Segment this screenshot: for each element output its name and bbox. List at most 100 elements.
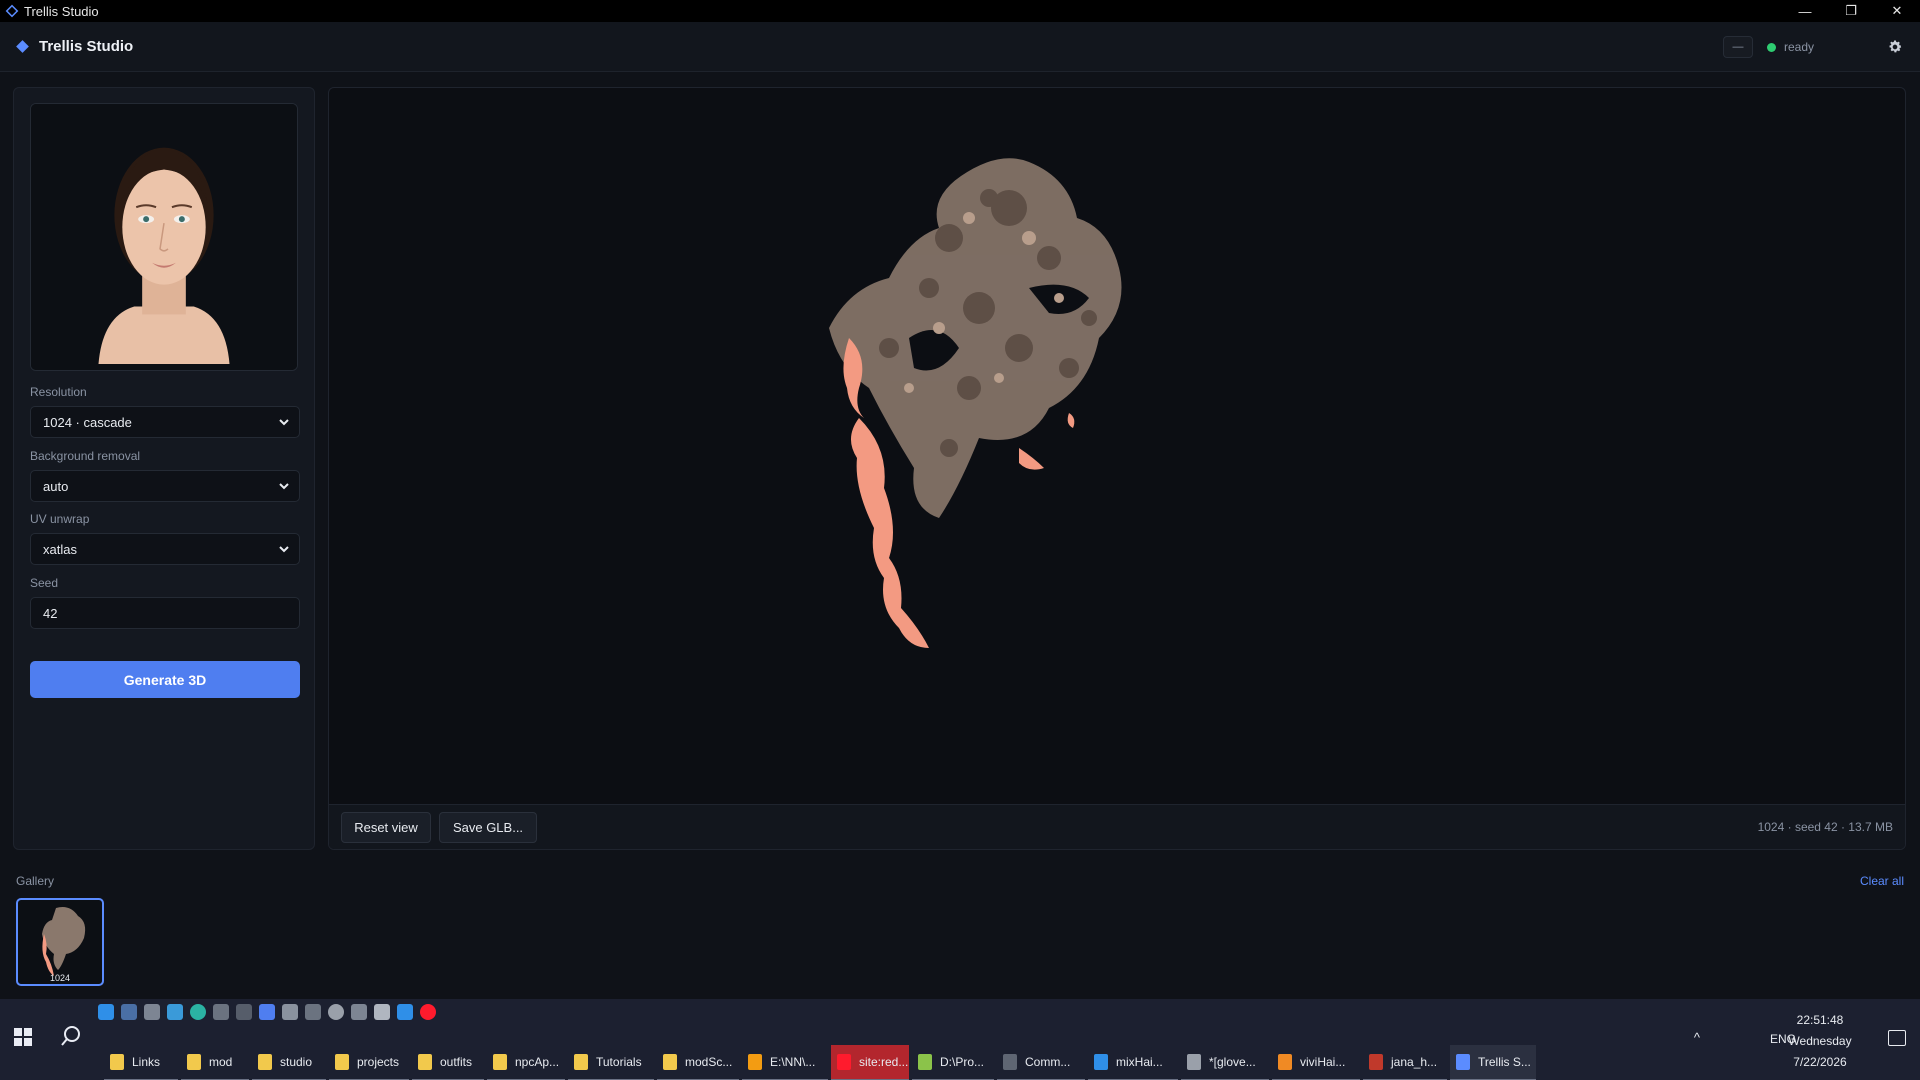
taskbar-item-label: site:red... xyxy=(859,1055,909,1069)
app-icon xyxy=(1187,1054,1201,1070)
chevron-up-icon[interactable]: ^ xyxy=(1694,1030,1700,1045)
opera-icon[interactable] xyxy=(420,1004,436,1020)
magnifier-icon[interactable] xyxy=(305,1004,321,1020)
chevron-down-icon xyxy=(279,483,289,490)
mail-icon[interactable] xyxy=(98,1004,114,1020)
folder-icon xyxy=(418,1054,432,1070)
windows-start-icon[interactable] xyxy=(14,1028,32,1046)
minimize-button[interactable]: — xyxy=(1782,0,1828,22)
taskbar-item[interactable]: Comm... xyxy=(997,1045,1085,1080)
disc-icon[interactable] xyxy=(328,1004,344,1020)
collapse-button[interactable]: — xyxy=(1723,36,1753,58)
thumbnail-image xyxy=(42,907,86,976)
model-info: 1024 · seed 42 · 13.7 MB xyxy=(1757,820,1893,834)
gear-icon[interactable] xyxy=(282,1004,298,1020)
seed-label: Seed xyxy=(30,576,59,590)
input-image-preview[interactable] xyxy=(30,103,298,371)
taskbar-item-label: Comm... xyxy=(1025,1055,1071,1069)
portrait-image xyxy=(31,104,297,370)
quick-launch-icons xyxy=(98,1004,436,1020)
brand-icon xyxy=(16,40,29,53)
3d-model-render xyxy=(829,158,1122,648)
reset-view-button[interactable]: Reset view xyxy=(341,812,431,843)
taskbar-item[interactable]: npcAp... xyxy=(487,1045,565,1080)
app-icon[interactable] xyxy=(236,1004,252,1020)
close-button[interactable]: ✕ xyxy=(1874,0,1920,22)
3d-viewport[interactable]: Reset view Save GLB... 1024 · seed 42 · … xyxy=(328,87,1906,850)
folder-icon xyxy=(187,1054,201,1070)
notification-icon[interactable] xyxy=(1888,1030,1906,1046)
folder-icon xyxy=(663,1054,677,1070)
monitor-icon[interactable] xyxy=(167,1004,183,1020)
seed-input[interactable]: 42 xyxy=(30,597,300,629)
edge-icon[interactable] xyxy=(190,1004,206,1020)
resolution-select[interactable]: 1024 · cascade xyxy=(30,406,300,438)
search-icon[interactable] xyxy=(60,1025,82,1047)
app-icon xyxy=(1369,1054,1383,1070)
chevron-down-icon xyxy=(279,546,289,553)
download-icon[interactable] xyxy=(397,1004,413,1020)
app-icon[interactable] xyxy=(351,1004,367,1020)
taskbar-item[interactable]: studio xyxy=(252,1045,326,1080)
taskbar-item[interactable]: Links xyxy=(104,1045,178,1080)
app-icon[interactable] xyxy=(259,1004,275,1020)
taskbar-clock[interactable]: 22:51:48 Wednesday 7/22/2026 xyxy=(1770,1010,1870,1073)
clear-all-link[interactable]: Clear all xyxy=(1860,874,1904,888)
folder-icon xyxy=(258,1054,272,1070)
taskbar-item[interactable]: site:red... xyxy=(831,1045,909,1080)
restore-button[interactable]: ❐ xyxy=(1828,0,1874,22)
uv-unwrap-value: xatlas xyxy=(43,541,77,557)
opera-icon xyxy=(837,1054,851,1070)
taskbar-item[interactable]: *[glove... xyxy=(1181,1045,1269,1080)
taskbar-item[interactable]: E:\NN\... xyxy=(742,1045,828,1080)
taskbar-item[interactable]: Trellis S... xyxy=(1450,1045,1536,1080)
status-dot-icon xyxy=(1767,42,1776,52)
clock-date: 7/22/2026 xyxy=(1793,1055,1847,1069)
notepad-icon xyxy=(918,1054,932,1070)
taskbar-items: Links mod studio projects outfits npcAp... Tut… xyxy=(104,1045,1539,1080)
taskbar-item[interactable]: jana_h... xyxy=(1363,1045,1447,1080)
taskbar-item[interactable]: projects xyxy=(329,1045,409,1080)
taskbar-item-label: projects xyxy=(357,1055,400,1069)
uv-unwrap-label: UV unwrap xyxy=(30,512,90,526)
gallery-thumbnail[interactable]: 1024 xyxy=(16,898,104,986)
clock-time: 22:51:48 xyxy=(1796,1013,1844,1027)
vscode-icon xyxy=(1094,1054,1108,1070)
taskbar-item[interactable]: mixHai... xyxy=(1088,1045,1178,1080)
background-removal-select[interactable]: auto xyxy=(30,470,300,502)
taskbar-item[interactable]: D:\Pro... xyxy=(912,1045,994,1080)
uv-unwrap-select[interactable]: xatlas xyxy=(30,533,300,565)
taskbar-item[interactable]: mod xyxy=(181,1045,249,1080)
notepad-icon[interactable] xyxy=(374,1004,390,1020)
folder-icon xyxy=(335,1054,349,1070)
window-title: Trellis Studio xyxy=(24,3,99,19)
taskbar-item-label: jana_h... xyxy=(1391,1055,1438,1069)
folder-icon xyxy=(110,1054,124,1070)
app-icon xyxy=(748,1054,762,1070)
taskbar-item-label: mod xyxy=(209,1055,233,1069)
app-icon[interactable] xyxy=(144,1004,160,1020)
taskbar-item-label: D:\Pro... xyxy=(940,1055,985,1069)
taskbar-item-label: studio xyxy=(280,1055,313,1069)
resolution-label: Resolution xyxy=(30,385,87,399)
printer-icon[interactable] xyxy=(213,1004,229,1020)
taskbar-item-label: mixHai... xyxy=(1116,1055,1163,1069)
chevron-down-icon xyxy=(279,419,289,426)
app-icon[interactable] xyxy=(121,1004,137,1020)
save-glb-button[interactable]: Save GLB... xyxy=(439,812,537,843)
taskbar-item-label: *[glove... xyxy=(1209,1055,1256,1069)
clock-day: Wednesday xyxy=(1788,1034,1852,1048)
taskbar-item-label: Links xyxy=(132,1055,161,1069)
taskbar-item[interactable]: modSc... xyxy=(657,1045,739,1080)
taskbar-item[interactable]: viviHai... xyxy=(1272,1045,1360,1080)
taskbar-item-label: Tutorials xyxy=(596,1055,642,1069)
app-header: Trellis Studio — ready xyxy=(0,22,1920,72)
taskbar-item-label: modSc... xyxy=(685,1055,733,1069)
app-brand: Trellis Studio xyxy=(39,38,134,55)
taskbar-item[interactable]: outfits xyxy=(412,1045,484,1080)
trellis-icon xyxy=(1456,1054,1470,1070)
gear-icon[interactable] xyxy=(1870,39,1920,55)
generate-3d-button[interactable]: Generate 3D xyxy=(30,661,300,698)
resolution-value: 1024 · cascade xyxy=(43,414,132,430)
taskbar-item[interactable]: Tutorials xyxy=(568,1045,654,1080)
